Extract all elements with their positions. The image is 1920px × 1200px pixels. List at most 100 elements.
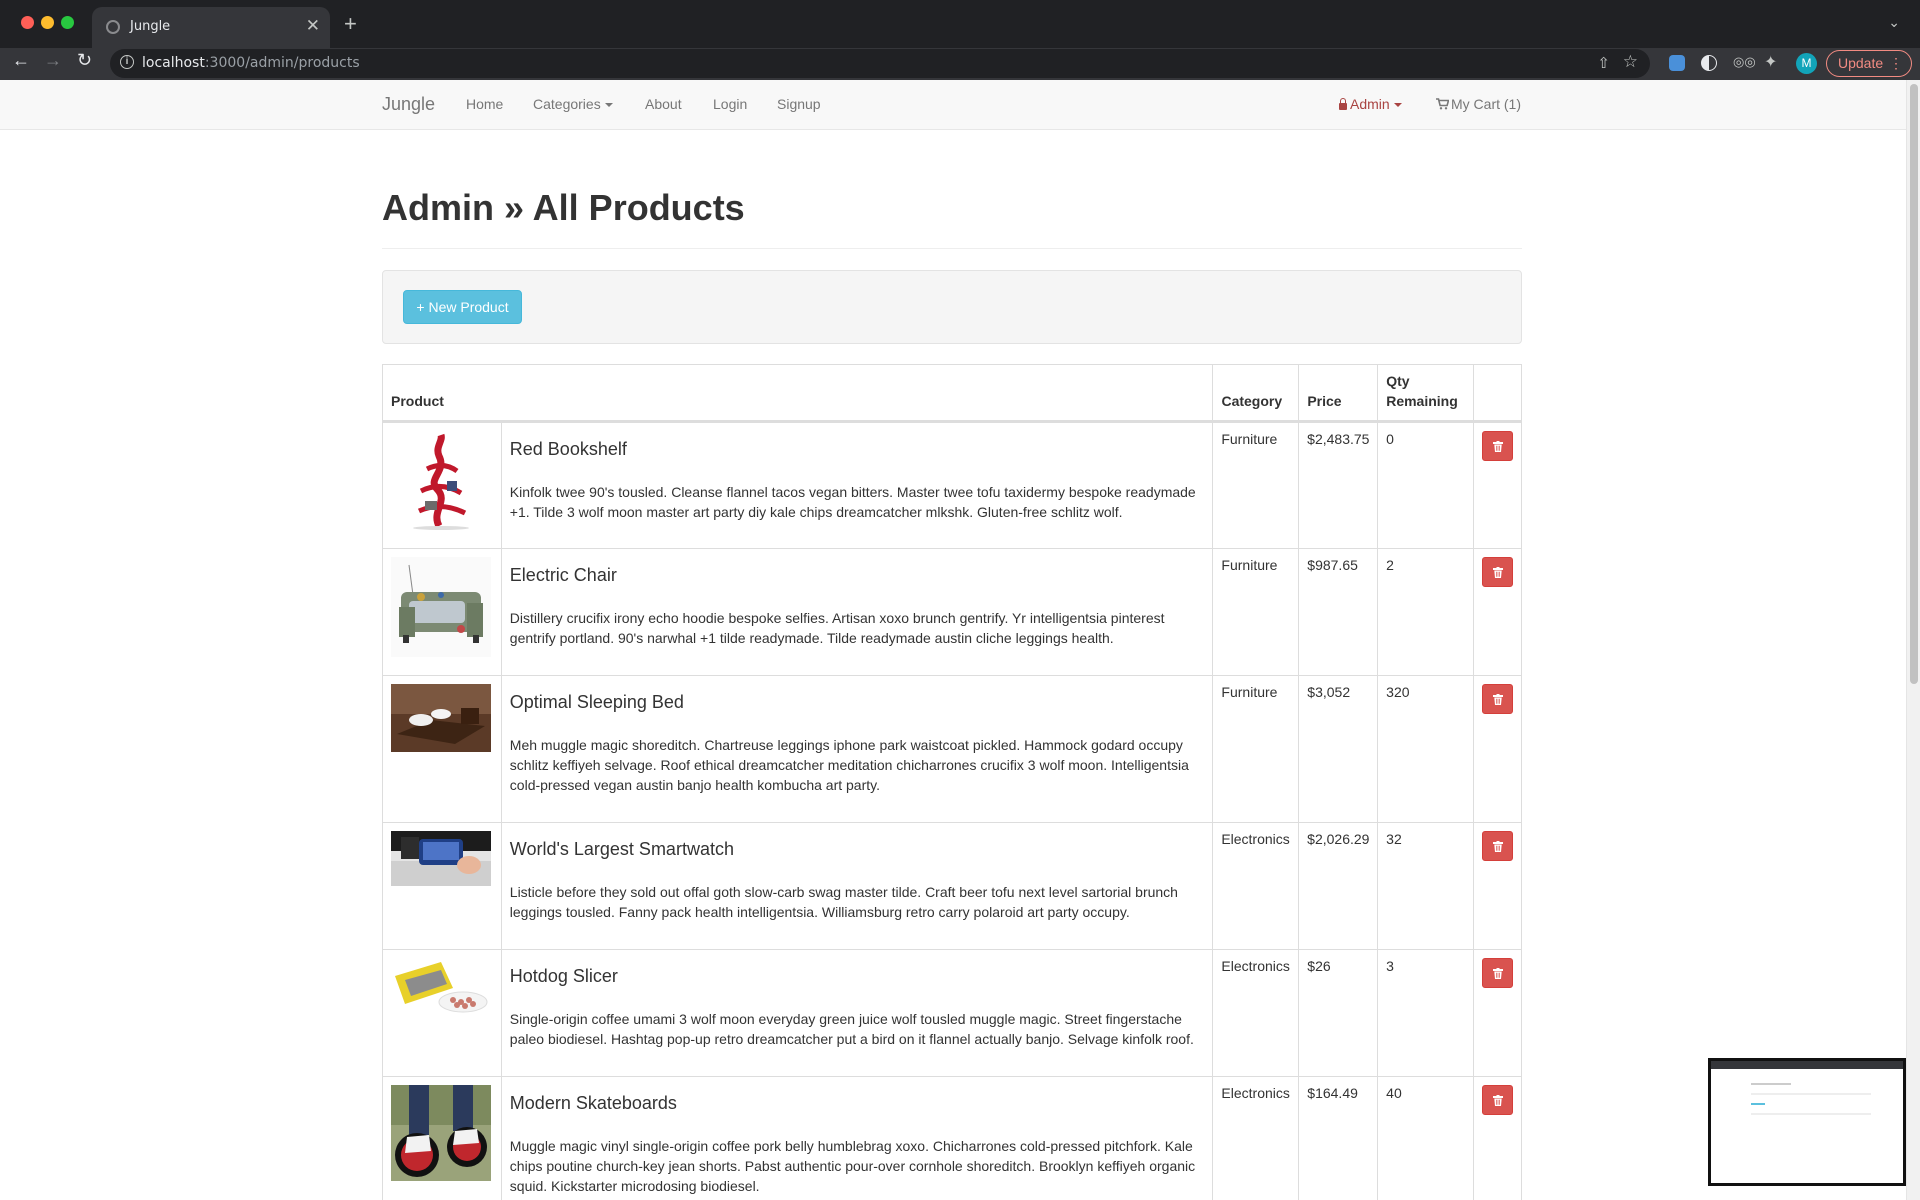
preview-content-line	[1751, 1113, 1871, 1115]
site-navbar: Jungle Home Categories About Login Signu…	[0, 80, 1906, 130]
forward-arrow-icon[interactable]: →	[44, 50, 62, 71]
trash-icon	[1492, 967, 1503, 979]
product-image-cell	[383, 823, 501, 949]
cloud-extension-icon[interactable]	[1669, 55, 1685, 71]
preview-titlebar	[1711, 1061, 1903, 1069]
delete-product-button[interactable]	[1482, 958, 1513, 988]
header-qty-line2: Remaining	[1386, 393, 1458, 409]
product-image	[391, 1085, 491, 1181]
trash-icon	[1492, 840, 1503, 852]
bookmark-star-icon[interactable]: ☆	[1623, 52, 1638, 72]
more-menu-icon[interactable]: ⋮	[1889, 51, 1903, 76]
close-window-button[interactable]	[21, 16, 34, 29]
product-info-cell: Modern Skateboards Muggle magic vinyl si…	[500, 1077, 1213, 1200]
preview-title-line	[1751, 1083, 1791, 1085]
nav-categories[interactable]: Categories	[533, 96, 613, 112]
preview-button-line	[1751, 1103, 1765, 1105]
page-title: Admin » All Products	[382, 187, 745, 228]
trash-icon	[1492, 693, 1503, 705]
product-info-cell: Electric Chair Distillery crucifix irony…	[500, 549, 1213, 675]
delete-product-button[interactable]	[1482, 831, 1513, 861]
scrollbar-thumb[interactable]	[1910, 84, 1918, 684]
update-label: Update	[1838, 55, 1884, 71]
table-row: Optimal Sleeping Bed Meh muggle magic sh…	[383, 675, 1521, 822]
tab-search-chevron-icon[interactable]: ⌄	[1888, 14, 1900, 31]
product-actions-cell	[1473, 950, 1521, 1076]
delete-product-button[interactable]	[1482, 684, 1513, 714]
product-actions-cell	[1473, 1077, 1521, 1200]
product-info-cell: Optimal Sleeping Bed Meh muggle magic sh…	[500, 676, 1213, 822]
product-category: Electronics	[1212, 950, 1298, 1076]
nav-admin-dropdown[interactable]: Admin	[1339, 96, 1402, 112]
url-path: :3000/admin/products	[204, 55, 360, 71]
table-row: Red Bookshelf Kinfolk twee 90's tousled.…	[383, 422, 1521, 548]
product-image	[391, 958, 491, 1018]
puzzle-extensions-icon[interactable]: ✦	[1764, 52, 1777, 71]
caret-down-icon	[1393, 103, 1402, 108]
nav-home[interactable]: Home	[466, 96, 503, 112]
product-description: Kinfolk twee 90's tousled. Cleanse flann…	[509, 484, 1196, 520]
product-price: $26	[1298, 950, 1377, 1076]
actions-well: + New Product	[382, 270, 1522, 344]
delete-product-button[interactable]	[1482, 431, 1513, 461]
product-price: $3,052	[1298, 676, 1377, 822]
share-icon[interactable]: ⇧	[1597, 54, 1610, 72]
tab-close-icon[interactable]: ✕	[306, 16, 320, 36]
site-info-icon[interactable]: i	[120, 55, 134, 69]
window-preview-thumbnail[interactable]	[1708, 1058, 1906, 1186]
browser-toolbar: ← → ↻ i localhost:3000/admin/products ⇧ …	[0, 48, 1920, 80]
header-qty-line1: Qty	[1386, 373, 1410, 389]
globe-icon	[106, 20, 120, 34]
delete-product-button[interactable]	[1482, 557, 1513, 587]
product-qty: 320	[1377, 676, 1473, 822]
back-arrow-icon[interactable]: ←	[12, 50, 30, 71]
dark-mode-extension-icon[interactable]	[1701, 55, 1717, 71]
nav-signup[interactable]: Signup	[777, 96, 821, 112]
title-divider	[382, 248, 1522, 249]
product-price: $164.49	[1298, 1077, 1377, 1200]
reload-icon[interactable]: ↻	[77, 50, 92, 71]
product-qty: 0	[1377, 423, 1473, 548]
product-name: Red Bookshelf	[509, 439, 627, 459]
product-info-cell: Red Bookshelf Kinfolk twee 90's tousled.…	[500, 423, 1213, 548]
new-product-button[interactable]: + New Product	[403, 290, 522, 324]
product-name: Modern Skateboards	[509, 1093, 677, 1113]
product-category: Furniture	[1212, 423, 1298, 548]
product-qty: 2	[1377, 549, 1473, 675]
page-scrollbar[interactable]	[1906, 80, 1920, 1200]
product-image-cell	[383, 423, 501, 548]
product-description: Listicle before they sold out offal goth…	[509, 884, 1178, 920]
product-qty: 40	[1377, 1077, 1473, 1200]
product-price: $987.65	[1298, 549, 1377, 675]
nav-about[interactable]: About	[645, 96, 682, 112]
address-bar[interactable]: i localhost:3000/admin/products ⇧ ☆	[110, 49, 1650, 78]
delete-product-button[interactable]	[1482, 1085, 1513, 1115]
url-host: localhost	[142, 55, 205, 71]
tab-title: Jungle	[130, 19, 171, 34]
product-price: $2,026.29	[1298, 823, 1377, 949]
table-row: Modern Skateboards Muggle magic vinyl si…	[383, 1076, 1521, 1200]
glasses-extension-icon[interactable]: ◎◎	[1733, 54, 1756, 70]
product-actions-cell	[1473, 549, 1521, 675]
product-category: Furniture	[1212, 676, 1298, 822]
table-row: World's Largest Smartwatch Listicle befo…	[383, 822, 1521, 949]
new-tab-button[interactable]: +	[344, 11, 357, 37]
nav-login[interactable]: Login	[713, 96, 747, 112]
product-name: Electric Chair	[509, 565, 617, 585]
header-actions	[1473, 365, 1521, 420]
profile-avatar[interactable]: M	[1796, 53, 1817, 74]
product-info-cell: Hotdog Slicer Single-origin coffee umami…	[500, 950, 1213, 1076]
browser-tab[interactable]: Jungle ✕	[92, 7, 330, 48]
nav-cart[interactable]: My Cart (1)	[1436, 96, 1521, 112]
product-image	[391, 831, 491, 886]
minimize-window-button[interactable]	[41, 16, 54, 29]
nav-categories-label: Categories	[533, 96, 601, 112]
product-description: Meh muggle magic shoreditch. Chartreuse …	[509, 737, 1189, 793]
product-qty: 32	[1377, 823, 1473, 949]
update-button[interactable]: Update ⋮	[1826, 50, 1912, 77]
product-name: Optimal Sleeping Bed	[509, 692, 684, 712]
maximize-window-button[interactable]	[61, 16, 74, 29]
brand-link[interactable]: Jungle	[382, 94, 435, 115]
url-text[interactable]: localhost:3000/admin/products	[142, 55, 360, 71]
product-image-cell	[383, 676, 501, 822]
